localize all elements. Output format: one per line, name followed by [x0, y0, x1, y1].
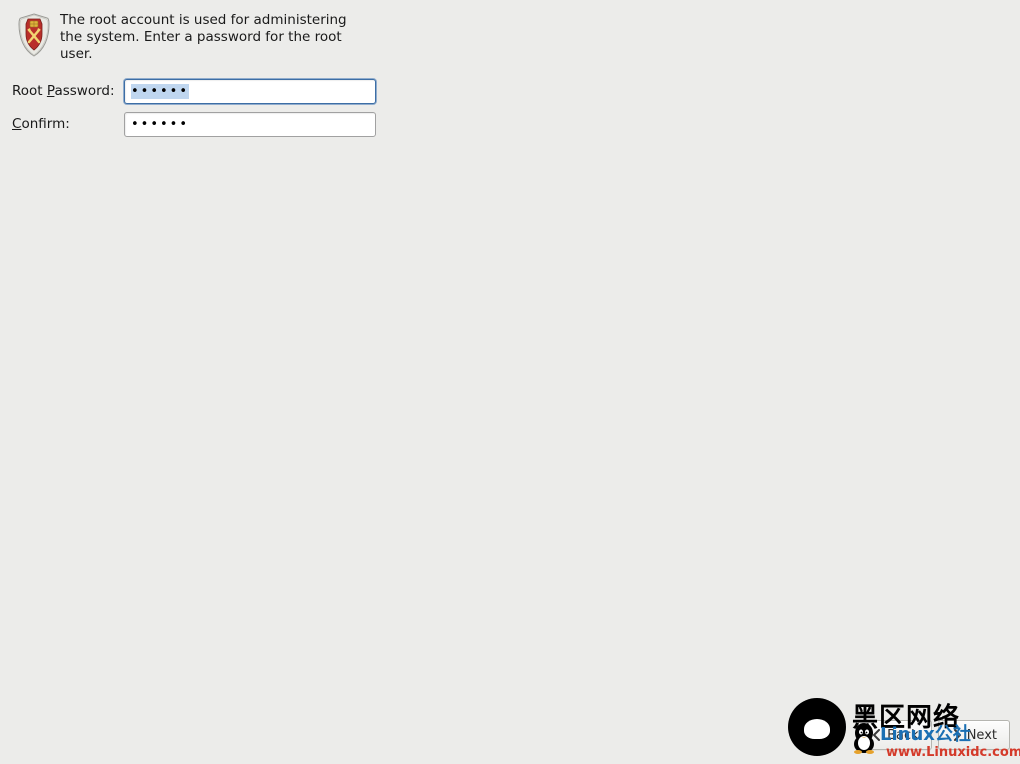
confirm-password-row: Confirm:: [12, 112, 1008, 137]
shield-icon: [16, 12, 52, 58]
arrow-left-icon: [871, 729, 883, 741]
next-button-label: Next: [967, 728, 997, 743]
root-password-input[interactable]: [124, 79, 376, 104]
root-password-row: Root Password:: [12, 79, 1008, 104]
arrow-right-icon: [951, 729, 963, 741]
penguin-icon: [788, 698, 846, 756]
footer-nav: Back Next: [858, 720, 1010, 750]
confirm-password-label: Confirm:: [12, 116, 124, 132]
root-password-label: Root Password:: [12, 83, 124, 99]
back-button[interactable]: Back: [858, 720, 932, 750]
instruction-text: The root account is used for administeri…: [60, 12, 350, 63]
back-button-label: Back: [887, 728, 919, 743]
confirm-password-input[interactable]: [124, 112, 376, 137]
next-button[interactable]: Next: [938, 720, 1010, 750]
